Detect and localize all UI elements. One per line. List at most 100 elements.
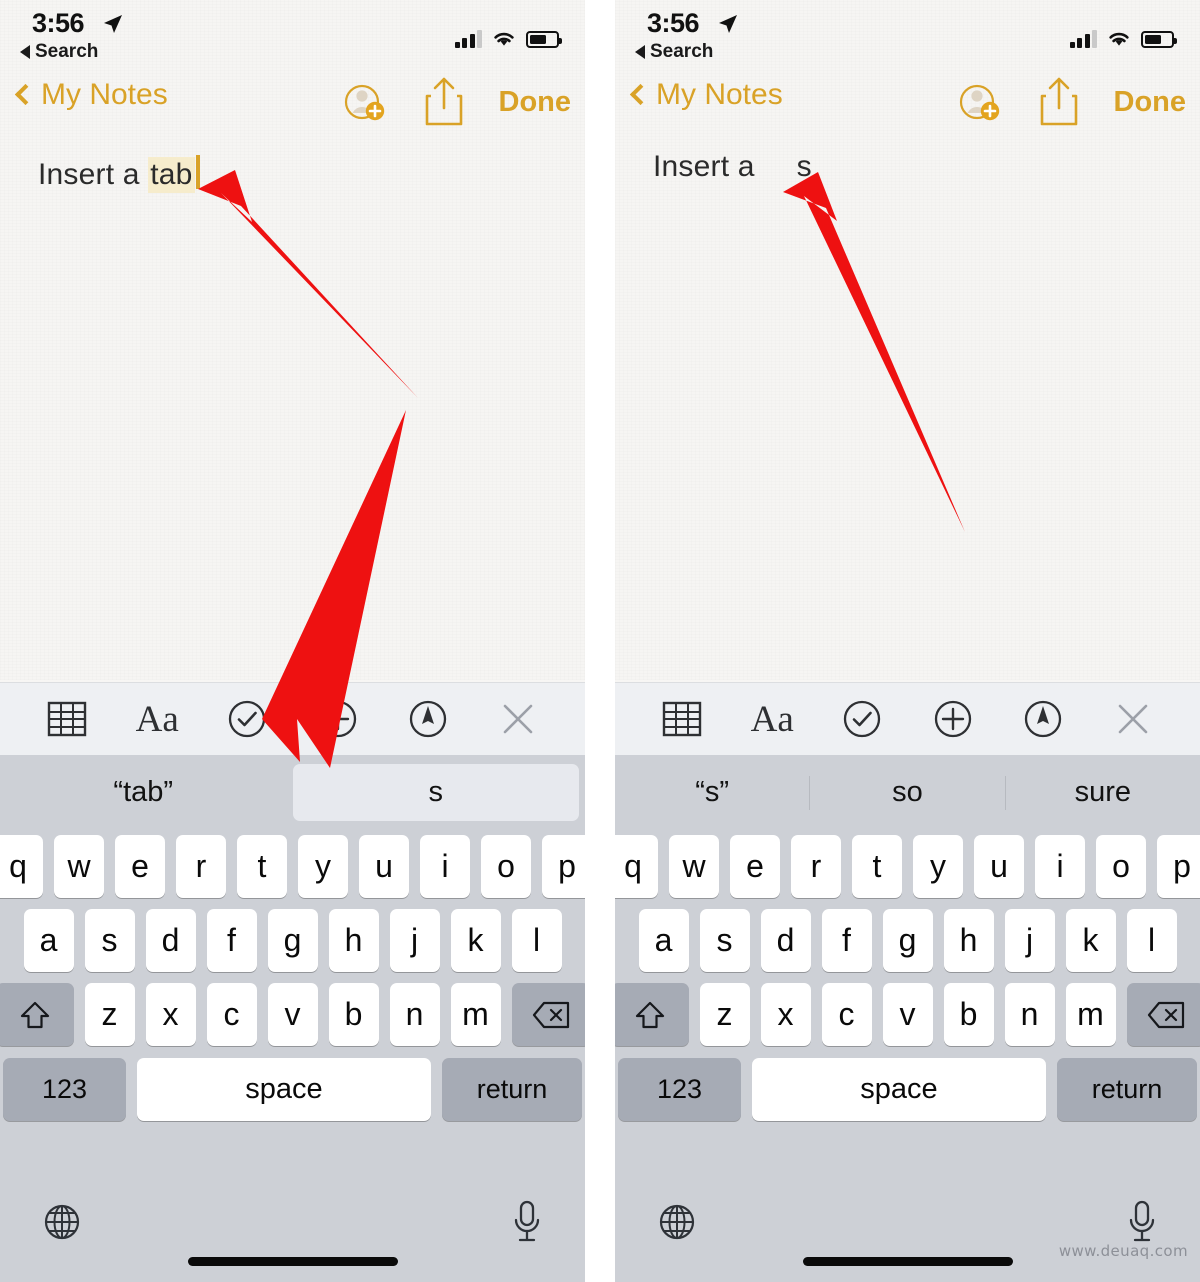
key-r[interactable]: r [176,835,226,898]
key-p[interactable]: p [542,835,585,898]
plus-circle-icon[interactable] [309,690,367,748]
key-j[interactable]: j [389,909,440,972]
key-s[interactable]: s [699,909,750,972]
key-f[interactable]: f [206,909,257,972]
key-r[interactable]: r [791,835,841,898]
key-t[interactable]: t [237,835,287,898]
key-f[interactable]: f [821,909,872,972]
text-format-icon[interactable]: Aa [743,690,801,748]
key-e[interactable]: e [115,835,165,898]
key-m[interactable]: m [1065,983,1116,1046]
key-v[interactable]: v [882,983,933,1046]
key-w[interactable]: w [669,835,719,898]
markup-pen-circle-icon[interactable] [399,690,457,748]
key-o[interactable]: o [481,835,531,898]
key-y[interactable]: y [913,835,963,898]
table-icon[interactable] [38,690,96,748]
suggestion-chip[interactable]: “s” [615,764,809,821]
phone-screen-before: 3:56 Search My Notes Done Insert a tab A… [0,0,585,1282]
key-d[interactable]: d [760,909,811,972]
key-l[interactable]: l [511,909,562,972]
space-key[interactable]: space [752,1058,1046,1121]
add-person-icon[interactable] [341,78,389,126]
done-button[interactable]: Done [499,86,572,119]
numbers-key[interactable]: 123 [618,1058,741,1121]
checklist-circle-icon[interactable] [218,690,276,748]
shift-up-arrow-icon[interactable] [0,983,74,1046]
suggestion-chip[interactable]: sure [1006,764,1200,821]
globe-language-icon[interactable] [40,1200,84,1244]
microphone-dictation-icon[interactable] [509,1198,545,1246]
key-g[interactable]: g [267,909,318,972]
keyboard-row-2: a s d f g h j k l [615,898,1200,972]
key-z[interactable]: z [699,983,750,1046]
suggestion-chip[interactable]: “tab” [0,764,287,821]
share-icon[interactable] [423,76,465,128]
numbers-key[interactable]: 123 [3,1058,126,1121]
done-button[interactable]: Done [1114,86,1187,119]
backspace-delete-icon[interactable] [511,983,585,1046]
location-arrow-icon [104,15,122,33]
key-l[interactable]: l [1126,909,1177,972]
key-s[interactable]: s [84,909,135,972]
key-t[interactable]: t [852,835,902,898]
markup-pen-circle-icon[interactable] [1014,690,1072,748]
key-h[interactable]: h [943,909,994,972]
suggestion-chip[interactable]: s [292,764,579,821]
checklist-circle-icon[interactable] [833,690,891,748]
key-q[interactable]: q [0,835,43,898]
text-format-icon[interactable]: Aa [128,690,186,748]
key-c[interactable]: c [206,983,257,1046]
key-j[interactable]: j [1004,909,1055,972]
status-back-to-search[interactable]: Search [20,41,98,63]
globe-language-icon[interactable] [655,1200,699,1244]
shift-up-arrow-icon[interactable] [615,983,689,1046]
key-a[interactable]: a [23,909,74,972]
key-b[interactable]: b [943,983,994,1046]
key-u[interactable]: u [974,835,1024,898]
plus-circle-icon[interactable] [924,690,982,748]
table-icon[interactable] [653,690,711,748]
share-icon[interactable] [1038,76,1080,128]
key-y[interactable]: y [298,835,348,898]
return-key[interactable]: return [442,1058,582,1121]
suggestion-chip[interactable]: so [810,764,1004,821]
key-g[interactable]: g [882,909,933,972]
status-back-to-search[interactable]: Search [635,41,713,63]
key-x[interactable]: x [145,983,196,1046]
key-i[interactable]: i [1035,835,1085,898]
close-x-icon[interactable] [1104,690,1162,748]
navigation-bar: My Notes Done [0,74,585,136]
key-a[interactable]: a [638,909,689,972]
note-body-text[interactable]: Insert a s [653,150,812,184]
key-n[interactable]: n [1004,983,1055,1046]
key-o[interactable]: o [1096,835,1146,898]
space-key[interactable]: space [137,1058,431,1121]
add-person-icon[interactable] [956,78,1004,126]
key-k[interactable]: k [1065,909,1116,972]
key-v[interactable]: v [267,983,318,1046]
backspace-delete-icon[interactable] [1126,983,1200,1046]
key-k[interactable]: k [450,909,501,972]
key-m[interactable]: m [450,983,501,1046]
note-body-text[interactable]: Insert a tab [38,150,200,193]
key-e[interactable]: e [730,835,780,898]
back-to-my-notes-button[interactable]: My Notes [14,78,168,112]
key-d[interactable]: d [145,909,196,972]
key-n[interactable]: n [389,983,440,1046]
microphone-dictation-icon[interactable] [1124,1198,1160,1246]
key-x[interactable]: x [760,983,811,1046]
key-z[interactable]: z [84,983,135,1046]
key-w[interactable]: w [54,835,104,898]
key-b[interactable]: b [328,983,379,1046]
key-c[interactable]: c [821,983,872,1046]
key-p[interactable]: p [1157,835,1200,898]
back-to-my-notes-button[interactable]: My Notes [629,78,783,112]
return-key[interactable]: return [1057,1058,1197,1121]
key-u[interactable]: u [359,835,409,898]
phone-screen-after: 3:56 Search My Notes Done Insert a s Aa … [615,0,1200,1282]
close-x-icon[interactable] [489,690,547,748]
key-i[interactable]: i [420,835,470,898]
key-q[interactable]: q [615,835,658,898]
key-h[interactable]: h [328,909,379,972]
